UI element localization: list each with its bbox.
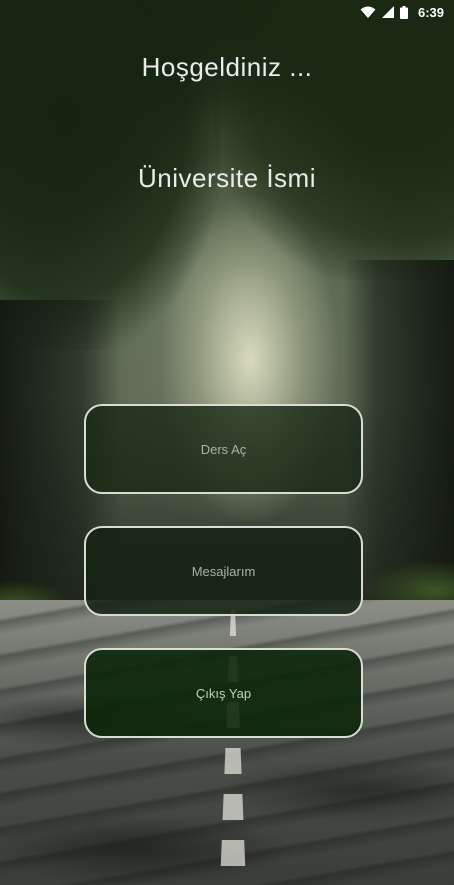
status-time: 6:39 <box>417 4 444 20</box>
university-name: Üniversite İsmi <box>138 163 316 193</box>
battery-icon <box>399 5 408 19</box>
logout-button-label: Çıkış Yap <box>195 685 252 701</box>
logout-button[interactable]: Çıkış Yap <box>84 648 363 738</box>
my-messages-button[interactable]: Mesajlarım <box>84 526 363 616</box>
signal-icon <box>381 6 394 18</box>
welcome-title: Hoşgeldiniz ... <box>141 52 313 82</box>
open-course-button-label: Ders Aç <box>200 441 247 457</box>
open-course-button[interactable]: Ders Aç <box>84 404 363 494</box>
wifi-icon <box>360 6 376 19</box>
my-messages-button-label: Mesajlarım <box>191 563 256 579</box>
status-bar: 6:39 <box>0 0 454 24</box>
